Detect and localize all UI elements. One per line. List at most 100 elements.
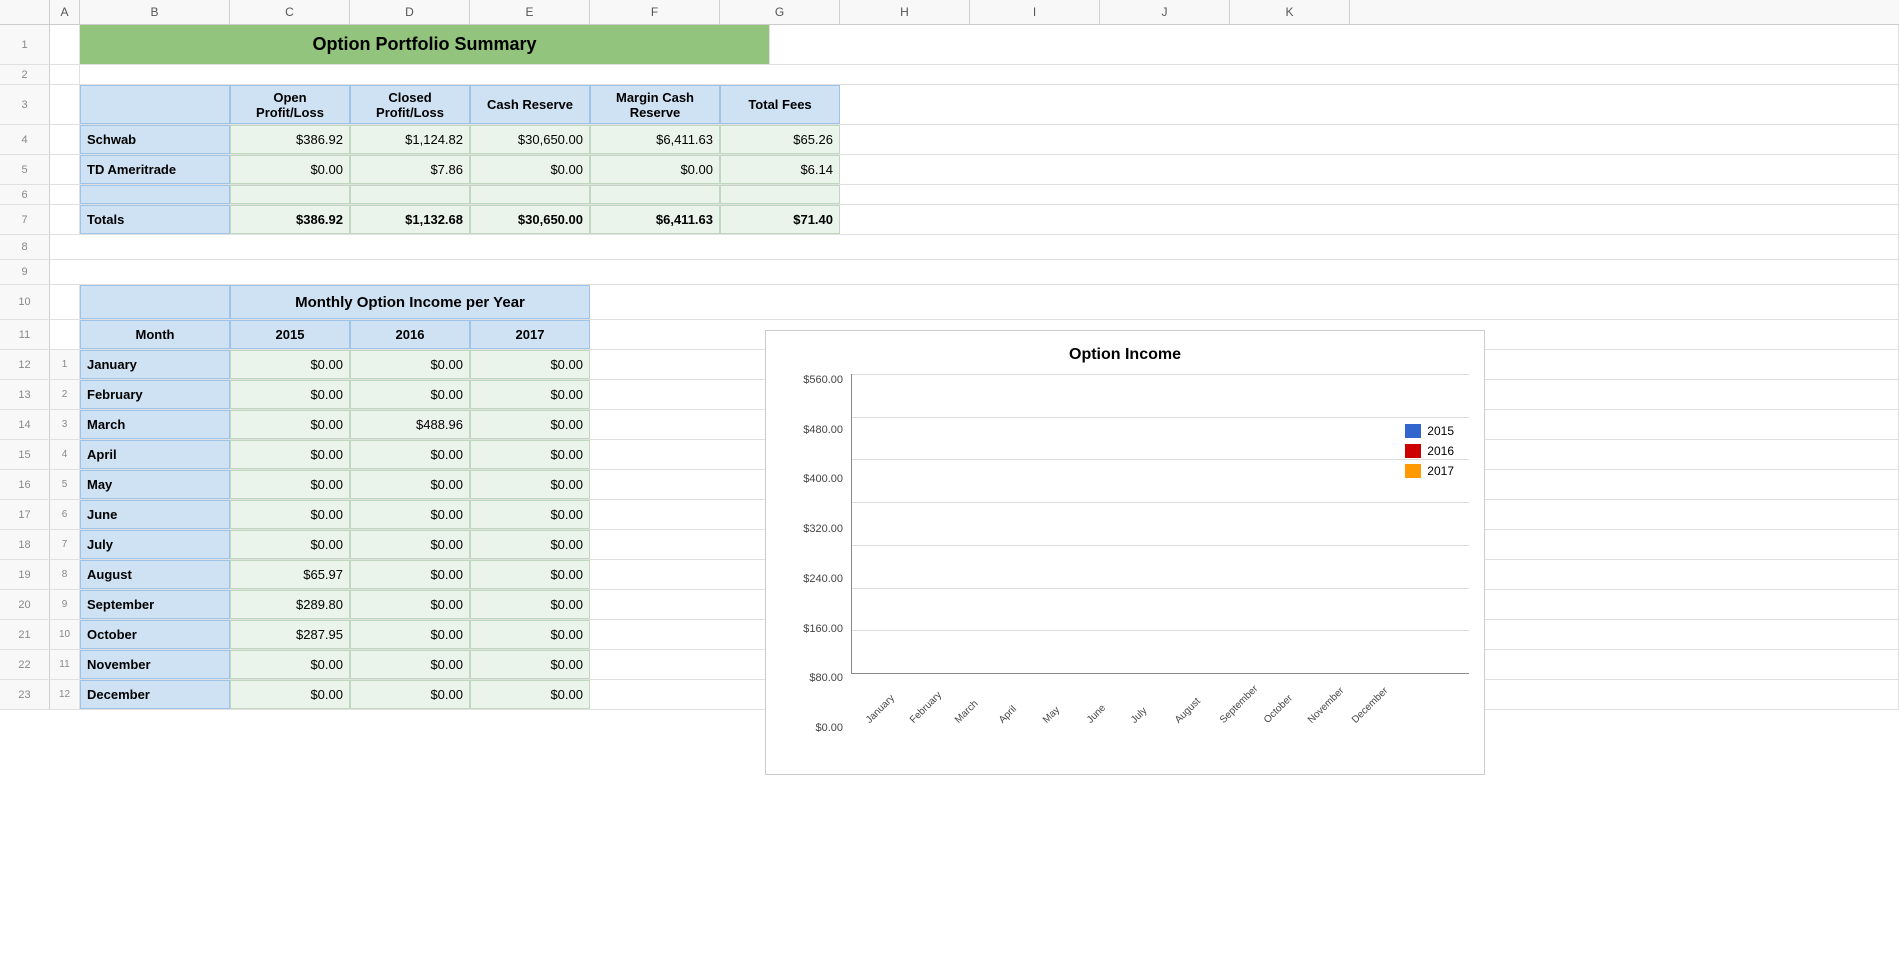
cell-e6[interactable] xyxy=(470,185,590,204)
col-header-d: D xyxy=(350,0,470,24)
cell-a21: 10 xyxy=(50,620,80,649)
cell-h3[interactable] xyxy=(840,85,1899,124)
month-november-label: November xyxy=(80,650,230,679)
totals-label: Totals xyxy=(80,205,230,234)
x-label-june: June xyxy=(1085,703,1108,726)
cell-h6[interactable] xyxy=(840,185,1899,204)
mar-2016: $488.96 xyxy=(350,410,470,439)
mar-2015: $0.00 xyxy=(230,410,350,439)
monthly-table-title: Monthly Option Income per Year xyxy=(230,285,590,319)
y-label-80: $80.00 xyxy=(809,672,843,684)
cell-a7[interactable] xyxy=(50,205,80,234)
oct-2016: $0.00 xyxy=(350,620,470,649)
jul-2016: $0.00 xyxy=(350,530,470,559)
schwab-open-pl: $386.92 xyxy=(230,125,350,154)
cell-c6[interactable] xyxy=(230,185,350,204)
row-label-9: 9 xyxy=(0,260,50,284)
bars-area xyxy=(851,374,1469,674)
gridline-3 xyxy=(852,502,1469,503)
x-label-november: November xyxy=(1306,685,1346,725)
aug-2016: $0.00 xyxy=(350,560,470,589)
row-label-15: 15 xyxy=(0,440,50,469)
row-4: 4 Schwab $386.92 $1,124.82 $30,650.00 $6… xyxy=(0,125,1899,155)
row-label-22: 22 xyxy=(0,650,50,679)
x-label-february: February xyxy=(908,690,944,726)
cell-f6[interactable] xyxy=(590,185,720,204)
cell-h1[interactable] xyxy=(770,25,1899,64)
cell-a12: 1 xyxy=(50,350,80,379)
col-header-j: J xyxy=(1100,0,1230,24)
cell-g6[interactable] xyxy=(720,185,840,204)
cell-h5[interactable] xyxy=(840,155,1899,184)
cell-a20: 9 xyxy=(50,590,80,619)
cell-h4[interactable] xyxy=(840,125,1899,154)
legend-2016: 2016 xyxy=(1405,444,1454,458)
totals-margin-cash: $6,411.63 xyxy=(590,205,720,234)
month-october-label: October xyxy=(80,620,230,649)
totals-total-fees: $71.40 xyxy=(720,205,840,234)
x-label-july: July xyxy=(1129,705,1149,725)
col-header-f: F xyxy=(590,0,720,24)
jun-2016: $0.00 xyxy=(350,500,470,529)
cell-h7[interactable] xyxy=(840,205,1899,234)
y-label-160: $160.00 xyxy=(803,623,843,635)
cell-a19: 8 xyxy=(50,560,80,589)
col-header-k: K xyxy=(1230,0,1350,24)
chart-title: Option Income xyxy=(781,346,1469,364)
col-header-i: I xyxy=(970,0,1100,24)
sep-2016: $0.00 xyxy=(350,590,470,619)
cell-rest-10[interactable] xyxy=(590,285,1899,319)
legend-label-2017: 2017 xyxy=(1427,464,1454,478)
nov-2017: $0.00 xyxy=(470,650,590,679)
row-9: 9 xyxy=(0,260,1899,285)
cell-b6[interactable] xyxy=(80,185,230,204)
cell-a16: 5 xyxy=(50,470,80,499)
cell-a2[interactable] xyxy=(50,65,80,84)
oct-2015: $287.95 xyxy=(230,620,350,649)
row-label-17: 17 xyxy=(0,500,50,529)
jan-2016: $0.00 xyxy=(350,350,470,379)
cell-a11[interactable] xyxy=(50,320,80,349)
cell-b2[interactable] xyxy=(80,65,1899,84)
gridline-2 xyxy=(852,459,1469,460)
cell-a4[interactable] xyxy=(50,125,80,154)
apr-2015: $0.00 xyxy=(230,440,350,469)
cell-a14: 3 xyxy=(50,410,80,439)
y-label-480: $480.00 xyxy=(803,424,843,436)
cell-row9[interactable] xyxy=(50,260,1899,284)
x-label-march: March xyxy=(953,698,980,725)
summary-header-label xyxy=(80,85,230,124)
cell-row8[interactable] xyxy=(50,235,1899,259)
feb-2017: $0.00 xyxy=(470,380,590,409)
cell-a5[interactable] xyxy=(50,155,80,184)
row-10: 10 Monthly Option Income per Year xyxy=(0,285,1899,320)
legend-color-2015 xyxy=(1405,424,1421,438)
jan-2017: $0.00 xyxy=(470,350,590,379)
monthly-header-empty xyxy=(80,285,230,319)
chart-main: JanuaryFebruaryMarchAprilMayJuneJulyAugu… xyxy=(851,374,1469,734)
cell-a10[interactable] xyxy=(50,285,80,319)
cell-d6[interactable] xyxy=(350,185,470,204)
cell-a3[interactable] xyxy=(50,85,80,124)
row-5: 5 TD Ameritrade $0.00 $7.86 $0.00 $0.00 … xyxy=(0,155,1899,185)
apr-2017: $0.00 xyxy=(470,440,590,469)
chart-area: $560.00 $480.00 $400.00 $320.00 $240.00 … xyxy=(781,374,1469,734)
totals-closed-pl: $1,132.68 xyxy=(350,205,470,234)
cell-a6[interactable] xyxy=(50,185,80,204)
monthly-2016-header: 2016 xyxy=(350,320,470,349)
row-label-6: 6 xyxy=(0,185,50,204)
month-february-label: February xyxy=(80,380,230,409)
gridline-1 xyxy=(852,417,1469,418)
col-header-c: C xyxy=(230,0,350,24)
monthly-2017-header: 2017 xyxy=(470,320,590,349)
row-label-12: 12 xyxy=(0,350,50,379)
jul-2015: $0.00 xyxy=(230,530,350,559)
aug-2015: $65.97 xyxy=(230,560,350,589)
month-december-label: December xyxy=(80,680,230,709)
chart-legend: 2015 2016 2017 xyxy=(1405,424,1454,478)
row-label-5: 5 xyxy=(0,155,50,184)
spreadsheet-title: Option Portfolio Summary xyxy=(80,25,770,64)
cell-a1[interactable] xyxy=(50,25,80,64)
x-label-august: August xyxy=(1173,696,1203,726)
x-label-september: September xyxy=(1218,683,1260,725)
